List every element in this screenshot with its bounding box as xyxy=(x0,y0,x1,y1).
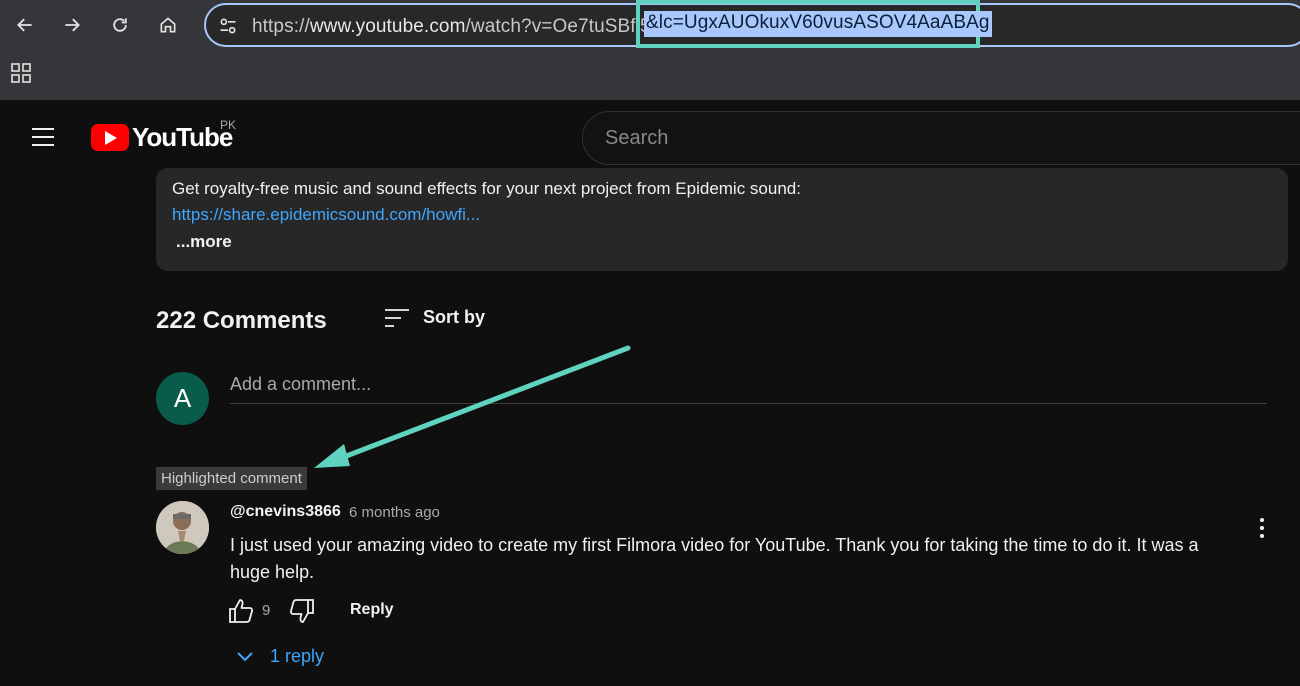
forward-button[interactable] xyxy=(56,9,88,41)
site-info-icon[interactable] xyxy=(218,16,238,36)
user-avatar[interactable]: A xyxy=(156,372,209,425)
video-description[interactable]: Get royalty-free music and sound effects… xyxy=(156,168,1288,271)
description-more-button[interactable]: ...more xyxy=(176,232,232,252)
reload-icon xyxy=(113,18,127,32)
person-photo-icon xyxy=(156,501,209,554)
search-input[interactable] xyxy=(605,125,1285,151)
home-button[interactable] xyxy=(152,9,184,41)
annotation-arrow xyxy=(314,345,631,468)
comment-text: I just used your amazing video to create… xyxy=(230,535,1199,582)
like-icon[interactable] xyxy=(227,597,255,625)
comment-time[interactable]: 6 months ago xyxy=(349,504,440,521)
country-code: PK xyxy=(220,118,237,132)
forward-icon xyxy=(65,18,80,32)
chevron-down-icon xyxy=(237,652,253,662)
url-selected-param[interactable]: &lc=UgxAUOkuxV60vusASOV4AaABAg xyxy=(644,11,992,37)
browser-toolbar: https://www.youtube.com/watch?v=Oe7tuSBf… xyxy=(0,0,1300,100)
youtube-play-icon xyxy=(91,124,129,151)
view-replies-button[interactable]: 1 reply xyxy=(234,645,324,667)
description-link[interactable]: https://share.epidemicsound.com/howfi... xyxy=(172,205,480,225)
hamburger-menu-icon[interactable] xyxy=(30,124,56,150)
youtube-wordmark: YouTube xyxy=(132,122,233,152)
reload-button[interactable] xyxy=(104,9,136,41)
comment-author[interactable]: @cnevins3866 xyxy=(230,503,341,521)
sort-icon[interactable] xyxy=(383,306,411,330)
back-button[interactable] xyxy=(9,9,41,41)
apps-icon[interactable] xyxy=(10,62,32,84)
sort-by-button[interactable]: Sort by xyxy=(423,307,485,328)
replies-count-label: 1 reply xyxy=(270,645,325,666)
comments-count: 222 Comments xyxy=(156,307,327,334)
home-icon xyxy=(160,17,176,33)
comment-more-options-icon[interactable] xyxy=(1250,515,1274,541)
url-host: www.youtube.com xyxy=(309,16,466,37)
url-scheme: https:// xyxy=(252,16,310,37)
back-icon xyxy=(17,18,32,32)
youtube-logo[interactable]: YouTube xyxy=(91,122,233,153)
commenter-avatar[interactable] xyxy=(156,501,209,554)
highlighted-comment-badge: Highlighted comment xyxy=(156,467,307,490)
description-text: Get royalty-free music and sound effects… xyxy=(172,179,801,198)
url-text: https://www.youtube.com/watch?v=Oe7tuSBf… xyxy=(252,16,651,38)
reply-button[interactable]: Reply xyxy=(350,601,394,619)
like-count: 9 xyxy=(262,602,271,619)
search-bar xyxy=(582,111,1300,165)
url-path: /watch?v=Oe7tuSBfi5 xyxy=(465,16,651,37)
dislike-icon[interactable] xyxy=(288,597,316,625)
